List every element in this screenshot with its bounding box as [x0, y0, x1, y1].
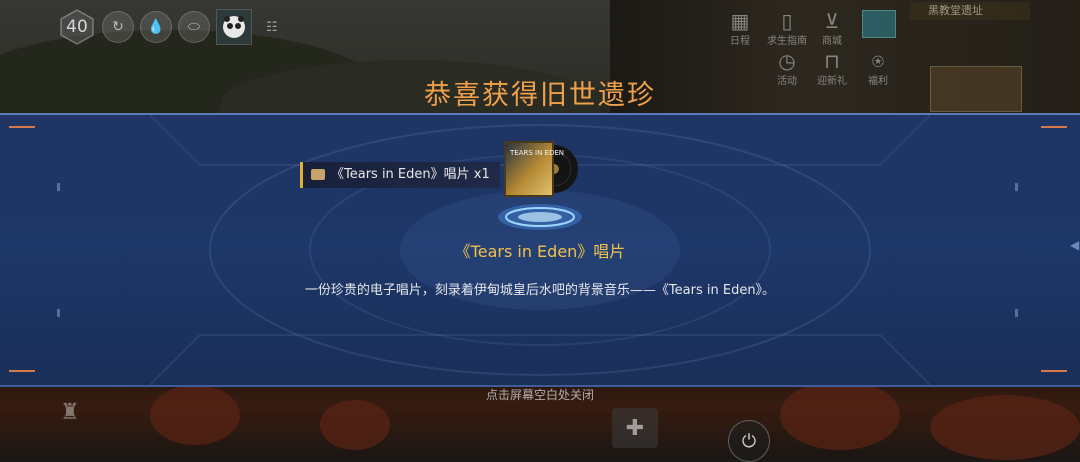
pedestal-glow-icon [498, 204, 582, 230]
character-icon[interactable]: ♜ [55, 400, 85, 430]
map-address[interactable]: 黑教堂遗址 [910, 2, 1030, 20]
map-address-label: 黑教堂遗址 [928, 4, 983, 17]
level-badge: 40 [58, 8, 96, 46]
corner-marker [9, 370, 35, 372]
corner-marker [9, 126, 35, 128]
reward-chip: 《Tears in Eden》唱片 x1 [300, 162, 500, 188]
skill-swirl-icon[interactable]: ↻ [102, 11, 134, 43]
clock-icon: ◷ [778, 49, 796, 73]
pill-icon[interactable]: ⬭ [178, 11, 210, 43]
item-name: 《Tears in Eden》唱片 [454, 242, 626, 261]
hud-calendar-button[interactable]: ▦ 日程 [720, 10, 760, 47]
hud-shop-button[interactable]: ⊻ 商城 [812, 10, 852, 47]
hud-tile-icon[interactable] [862, 10, 896, 38]
cart-icon: ⊻ [824, 9, 840, 33]
water-drop-icon[interactable]: 💧 [140, 11, 172, 43]
hud-button-label: 求生指南 [767, 36, 807, 47]
level-number: 40 [66, 17, 88, 37]
hud-guide-button[interactable]: ▯ 求生指南 [767, 10, 807, 47]
close-hint[interactable]: 点击屏幕空白处关闭 [0, 386, 1080, 403]
hud-top-left: 40 ↻ 💧 ⬭ ☷ [58, 8, 278, 46]
corner-marker [1041, 126, 1067, 128]
reward-chip-label: 《Tears in Eden》唱片 x1 [331, 167, 490, 182]
welfare-icon: ⍟ [872, 49, 884, 73]
power-icon[interactable]: ⏻ [728, 420, 770, 462]
hud-button-label: 商城 [822, 36, 842, 47]
vinyl-record-icon: TEARS IN EDEN [504, 141, 578, 197]
hud-button-label: 日程 [730, 36, 750, 47]
calendar-icon: ▦ [730, 9, 750, 33]
medkit-icon[interactable]: ✚ [612, 408, 658, 448]
record-cover-text: TEARS IN EDEN [509, 149, 564, 157]
avatar[interactable] [216, 9, 252, 45]
modal-title: 恭喜获得旧世遗珍 [424, 80, 656, 111]
book-icon: ▯ [781, 9, 793, 33]
item-description: 一份珍贵的电子唱片，刻录着伊甸城皇后水吧的背景音乐——《Tears in Ede… [304, 283, 776, 298]
team-glyph-icon: ☷ [266, 19, 278, 35]
corner-marker [1041, 370, 1067, 372]
gift-bag-icon: ⊓ [824, 49, 840, 73]
record-mini-icon [311, 169, 325, 180]
